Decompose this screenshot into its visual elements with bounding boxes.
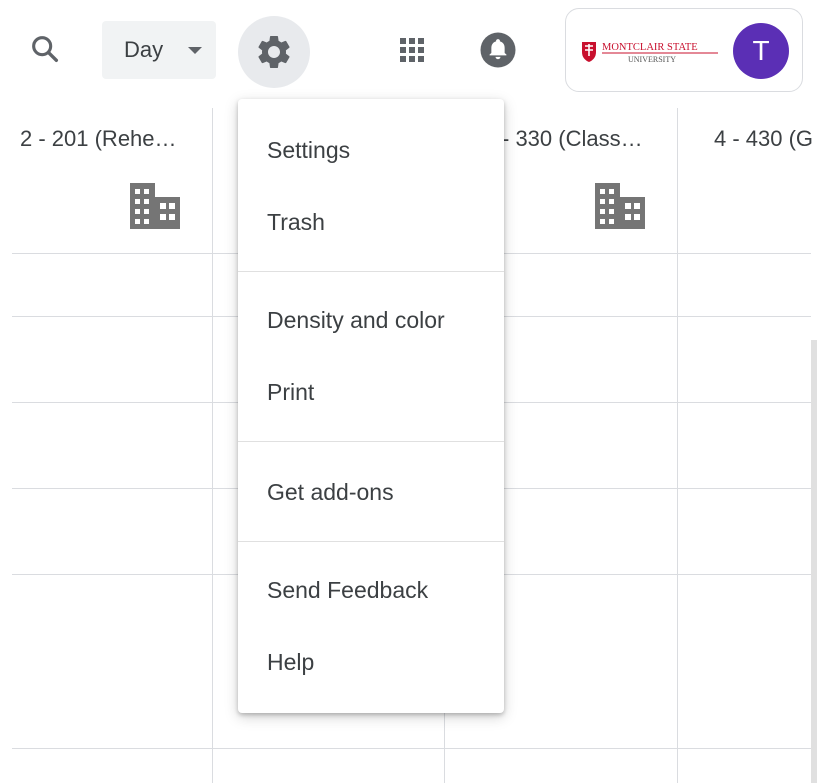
menu-item-settings[interactable]: Settings bbox=[238, 117, 504, 183]
hour-row-divider bbox=[12, 748, 811, 749]
top-toolbar: Day MONTCLAIR STATE UNIVERSITY T bbox=[0, 0, 817, 100]
logo-text-top: MONTCLAIR STATE bbox=[602, 42, 698, 53]
menu-item-send-feedback[interactable]: Send Feedback bbox=[238, 557, 504, 623]
room-column-header[interactable]: 4 - 430 (G bbox=[714, 126, 813, 152]
notifications-button[interactable] bbox=[476, 28, 520, 72]
menu-item-print[interactable]: Print bbox=[238, 359, 504, 425]
apps-grid-icon bbox=[400, 38, 424, 62]
gear-icon bbox=[258, 35, 290, 68]
avatar[interactable]: T bbox=[733, 23, 789, 79]
building-icon bbox=[595, 183, 645, 229]
building-icon bbox=[130, 183, 180, 229]
search-icon bbox=[32, 36, 59, 63]
chevron-down-icon bbox=[188, 47, 202, 54]
view-selector[interactable]: Day bbox=[102, 21, 216, 79]
view-selector-value: Day bbox=[124, 37, 164, 62]
settings-button[interactable] bbox=[238, 16, 310, 88]
room-column-header[interactable]: - 330 (Class… bbox=[502, 126, 643, 152]
menu-item-density-color[interactable]: Density and color bbox=[238, 287, 504, 353]
university-logo: MONTCLAIR STATE UNIVERSITY bbox=[582, 42, 718, 64]
menu-item-get-addons[interactable]: Get add-ons bbox=[238, 459, 504, 525]
logo-text-bottom: UNIVERSITY bbox=[628, 55, 676, 64]
bell-icon bbox=[480, 32, 516, 68]
room-column-header[interactable]: 2 - 201 (Rehe… bbox=[20, 126, 177, 152]
menu-divider bbox=[238, 271, 504, 272]
scrollbar[interactable] bbox=[811, 340, 817, 783]
search-button[interactable] bbox=[22, 26, 68, 72]
account-switcher[interactable]: MONTCLAIR STATE UNIVERSITY T bbox=[565, 8, 803, 92]
menu-item-help[interactable]: Help bbox=[238, 629, 504, 695]
menu-divider bbox=[238, 441, 504, 442]
column-divider bbox=[677, 108, 678, 783]
column-divider bbox=[212, 108, 213, 783]
menu-item-trash[interactable]: Trash bbox=[238, 189, 504, 255]
apps-button[interactable] bbox=[390, 28, 434, 72]
menu-divider bbox=[238, 541, 504, 542]
settings-menu: Settings Trash Density and color Print G… bbox=[238, 99, 504, 713]
